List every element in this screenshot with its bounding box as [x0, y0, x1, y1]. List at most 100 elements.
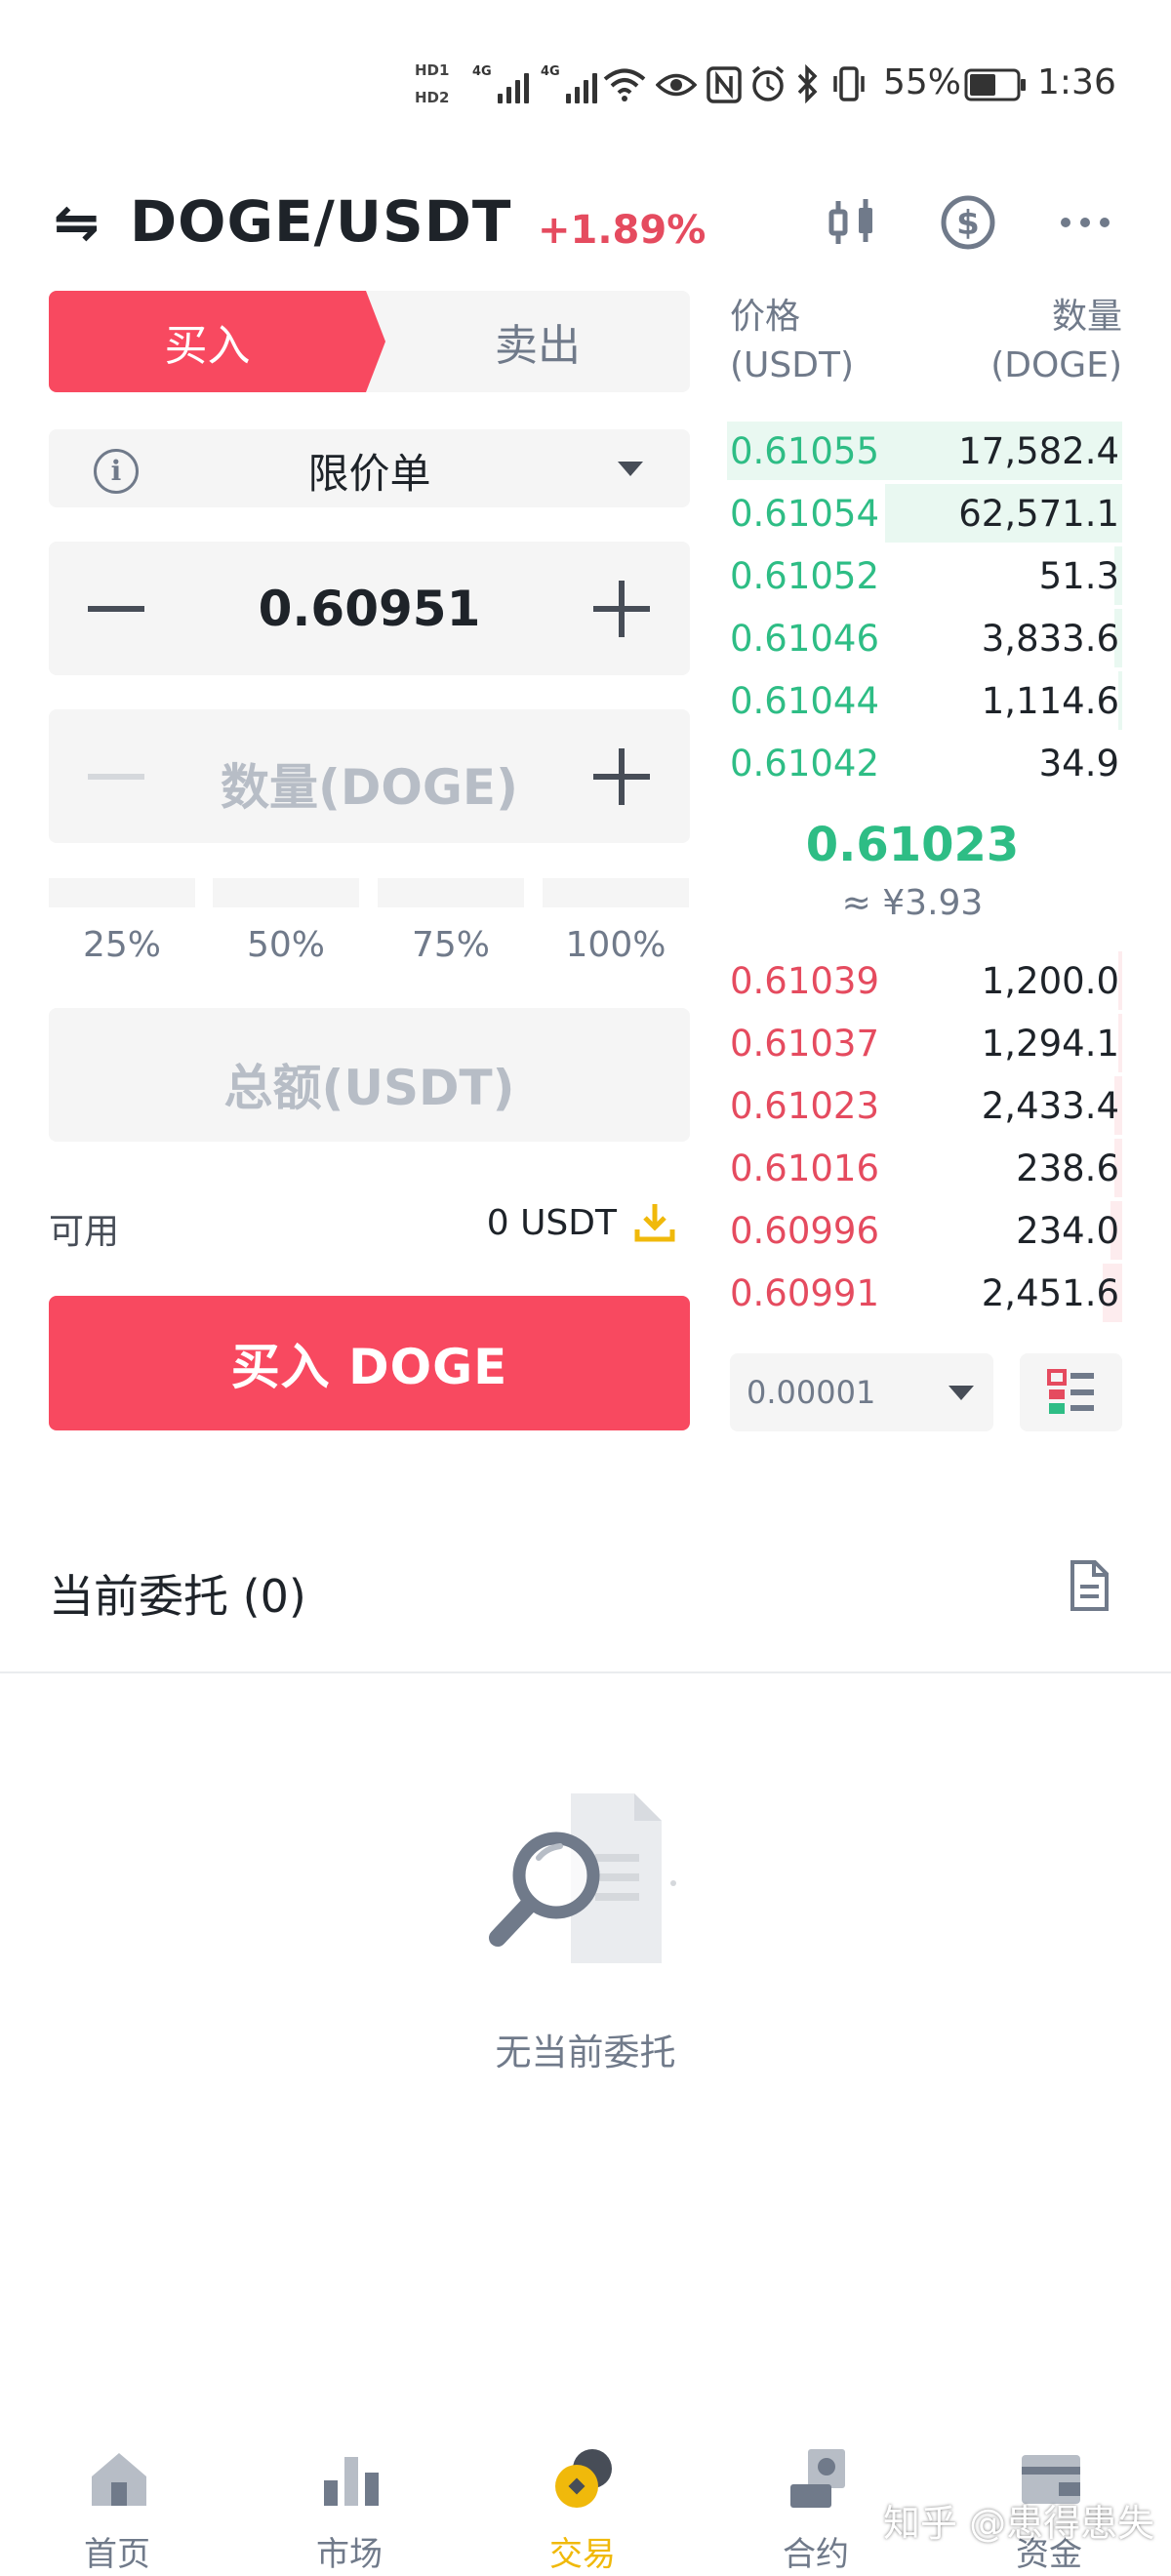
price-input[interactable]: 0.60951	[195, 581, 544, 637]
percent-segment-75[interactable]	[378, 878, 524, 907]
nav-label: 合约	[783, 2535, 849, 2574]
orderbook-row[interactable]: 0.61054 62,571.1	[727, 484, 1122, 546]
orderbook-row[interactable]: 0.61037 1,294.1	[727, 1014, 1122, 1076]
battery-icon	[964, 68, 1026, 101]
order-qty: 1,294.1	[981, 1023, 1119, 1065]
percent-segment-25[interactable]	[49, 878, 195, 907]
price-increase-button[interactable]	[593, 581, 650, 637]
orderbook-row[interactable]: 0.61044 1,114.6	[727, 671, 1122, 734]
percent-label[interactable]: 100%	[543, 925, 689, 965]
amount-input[interactable]: 数量(DOGE)	[195, 748, 544, 819]
orderbook-row[interactable]: 0.61042 34.9	[727, 734, 1122, 796]
battery-percent: 55%	[883, 62, 962, 102]
available-label: 可用	[49, 1212, 120, 1252]
order-price: 0.61037	[730, 1023, 880, 1065]
order-qty: 17,582.4	[958, 430, 1119, 472]
orderbook-row[interactable]: 0.61052 51.3	[727, 546, 1122, 609]
order-qty: 34.9	[1038, 743, 1119, 785]
futures-icon	[790, 2449, 845, 2508]
orderbook-row[interactable]: 0.60991 2,451.6	[727, 1264, 1122, 1326]
percent-segment-50[interactable]	[213, 878, 359, 907]
orderbook-row[interactable]: 0.61055 17,582.4	[727, 422, 1122, 484]
nfc-icon	[707, 66, 742, 103]
order-price: 0.61023	[730, 1085, 880, 1127]
status-bar: HD1 HD2 4G 4G 55% 1:36	[0, 0, 1171, 166]
empty-orders-text: 无当前委托	[495, 2032, 676, 2073]
vibrate-icon	[833, 66, 865, 101]
orderbook-row[interactable]: 0.61023 2,433.4	[727, 1076, 1122, 1139]
order-price: 0.61042	[730, 743, 880, 785]
nav-label: 市场	[316, 2535, 383, 2574]
order-price: 0.61044	[730, 680, 880, 722]
wifi-icon	[603, 68, 646, 101]
divider	[0, 1671, 1171, 1673]
percent-label[interactable]: 50%	[213, 925, 359, 965]
hd2-badge: HD2	[415, 89, 450, 106]
swap-pair-icon[interactable]: ⇋	[54, 191, 100, 255]
order-type-label: 限价单	[307, 450, 431, 498]
market-bars-icon	[324, 2457, 379, 2506]
orderbook-qty-header: 数量 (DOGE)	[990, 297, 1122, 385]
tab-buy[interactable]: 买入	[49, 291, 385, 392]
candlestick-chart-icon[interactable]	[823, 193, 881, 252]
trade-coins-icon	[555, 2449, 612, 2508]
home-icon	[92, 2453, 146, 2506]
available-balance: 0 USDT	[486, 1203, 617, 1243]
order-price: 0.61055	[730, 430, 880, 472]
eye-icon	[656, 73, 697, 97]
total-input[interactable]: 总额(USDT)	[49, 1049, 690, 1119]
signal-icon-2: 4G	[541, 64, 597, 103]
order-qty: 2,451.6	[981, 1272, 1119, 1314]
chevron-down-icon	[949, 1386, 974, 1400]
dollar-circle-icon[interactable]: $	[939, 193, 997, 252]
amount-increase-button[interactable]	[593, 748, 650, 805]
orderbook-row[interactable]: 0.61016 238.6	[727, 1139, 1122, 1201]
order-price: 0.61046	[730, 618, 880, 660]
orderbook-row[interactable]: 0.61046 3,833.6	[727, 609, 1122, 671]
last-price: 0.61023	[805, 818, 1020, 872]
order-qty: 1,200.0	[981, 960, 1119, 1002]
svg-text:$: $	[956, 204, 980, 243]
order-price: 0.61016	[730, 1147, 880, 1189]
hd1-badge: HD1	[415, 61, 450, 79]
order-qty: 238.6	[1016, 1147, 1119, 1189]
pair-title[interactable]: DOGE/USDT	[130, 188, 511, 255]
clock: 1:36	[1037, 62, 1116, 102]
order-price: 0.61054	[730, 493, 880, 535]
percent-segment-100[interactable]	[543, 878, 689, 907]
deposit-icon[interactable]	[632, 1200, 677, 1245]
amount-decrease-button[interactable]	[88, 774, 144, 780]
percent-label[interactable]: 75%	[378, 925, 524, 965]
orderbook-price-header: 价格 (USDT)	[730, 297, 855, 385]
watermark: 知乎 @患得患失	[883, 2502, 1155, 2545]
nav-trade[interactable]: 交易	[505, 2430, 661, 2576]
buy-doge-button[interactable]: 买入 DOGE	[49, 1296, 690, 1430]
orderbook-row[interactable]: 0.60996 234.0	[727, 1201, 1122, 1264]
more-icon[interactable]	[1056, 193, 1114, 252]
order-qty: 2,433.4	[981, 1085, 1119, 1127]
precision-value: 0.00001	[747, 1374, 876, 1411]
hd-badges: HD1 HD2	[415, 57, 465, 111]
nav-futures[interactable]: 合约	[738, 2430, 894, 2576]
orderbook-row[interactable]: 0.61039 1,200.0	[727, 951, 1122, 1014]
nav-label: 交易	[549, 2535, 616, 2574]
order-qty: 1,114.6	[981, 680, 1119, 722]
empty-search-illustration	[489, 1793, 676, 1963]
price-decrease-button[interactable]	[88, 606, 144, 612]
open-orders-title: 当前委托 (0)	[49, 1570, 306, 1623]
alarm-icon	[751, 65, 785, 101]
nav-home[interactable]: 首页	[39, 2430, 195, 2576]
chevron-down-icon	[618, 462, 643, 476]
order-history-icon[interactable]	[1069, 1559, 1110, 1612]
orderbook-layout-icon	[1047, 1369, 1094, 1414]
percent-label[interactable]: 25%	[49, 925, 195, 965]
order-qty: 234.0	[1016, 1210, 1119, 1252]
nav-label: 首页	[84, 2535, 150, 2574]
bluetooth-icon	[797, 64, 818, 103]
order-price: 0.60991	[730, 1272, 880, 1314]
order-qty: 51.3	[1038, 555, 1119, 597]
order-qty: 62,571.1	[958, 493, 1119, 535]
tab-sell[interactable]: 卖出	[385, 291, 690, 392]
last-price-fiat: ≈ ¥3.93	[841, 883, 984, 923]
nav-market[interactable]: 市场	[271, 2430, 427, 2576]
